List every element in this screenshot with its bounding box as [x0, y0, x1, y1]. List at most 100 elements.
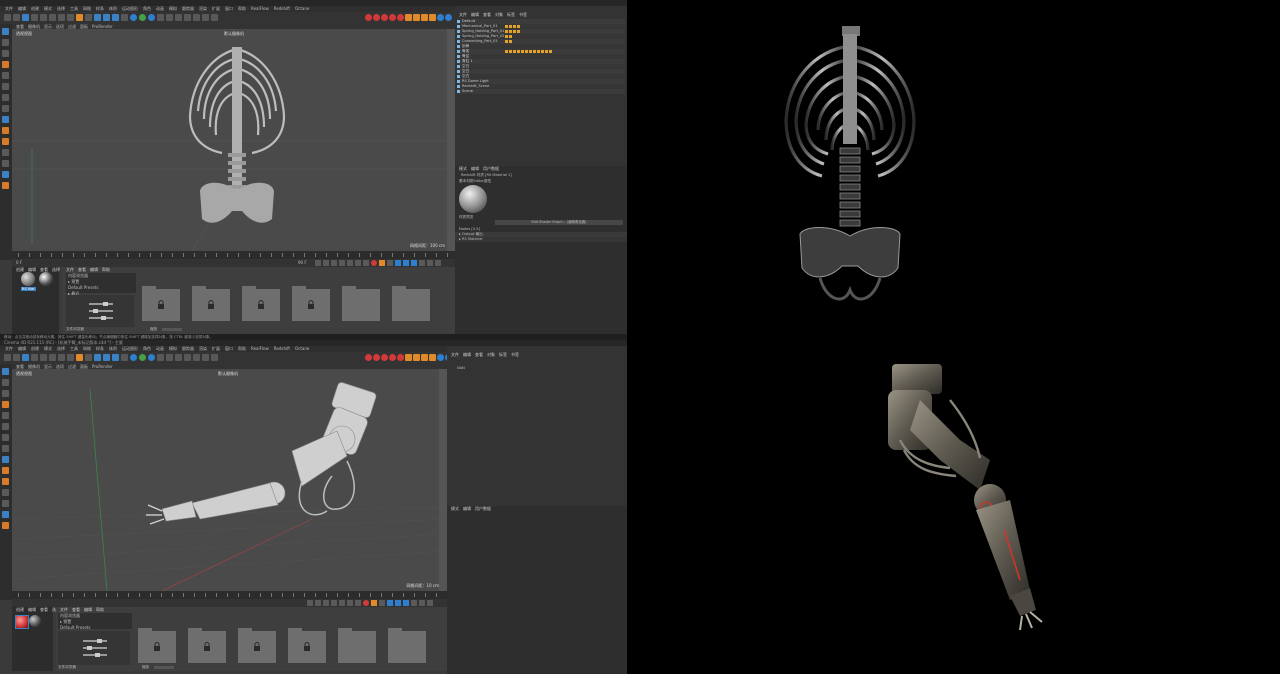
toolbar-button-13[interactable] [121, 14, 128, 21]
toolbar-button-23[interactable] [211, 14, 218, 21]
browser-menu-item-3[interactable]: 帮助 [96, 607, 104, 612]
menu-item-4[interactable]: 选择 [57, 346, 65, 351]
menu-item-1[interactable]: 编辑 [18, 6, 26, 11]
menu-item-18[interactable]: RealFlow [251, 6, 269, 11]
material-tag-icon[interactable] [509, 24, 512, 28]
menu-item-7[interactable]: 样条 [96, 346, 104, 351]
toolbar-button-20[interactable] [184, 14, 191, 21]
material-tag-icon[interactable] [533, 49, 536, 53]
current-frame[interactable]: 0 F [16, 260, 22, 265]
material-swatch-selected[interactable] [39, 272, 53, 286]
material-tag-icon[interactable] [513, 24, 516, 28]
render-toolbar-button-4[interactable] [397, 14, 404, 21]
left-tool-button-14[interactable] [2, 182, 9, 189]
menu-item-8[interactable]: 体积 [109, 346, 117, 351]
browser-menu-item-1[interactable]: 查看 [78, 267, 86, 272]
left-tool-button-3[interactable] [2, 61, 9, 68]
object-manager-tab-5[interactable]: 书签 [511, 352, 519, 357]
material-swatch-dark[interactable] [29, 615, 41, 627]
toolbar-button-19[interactable] [175, 354, 182, 361]
render-toolbar-button-9[interactable] [437, 354, 444, 361]
toolbar-button-19[interactable] [175, 14, 182, 21]
menu-item-5[interactable]: 工具 [70, 346, 78, 351]
toolbar-button-14[interactable] [130, 14, 137, 21]
render-toolbar-button-5[interactable] [405, 14, 412, 21]
render-toolbar-button-9[interactable] [437, 14, 444, 21]
left-tool-button-9[interactable] [2, 127, 9, 134]
menu-item-12[interactable]: 模拟 [169, 6, 177, 11]
playback-button-5[interactable] [355, 260, 361, 266]
material-tag-icon[interactable] [513, 29, 516, 33]
render-toolbar-button-7[interactable] [421, 14, 428, 21]
menu-item-7[interactable]: 样条 [96, 6, 104, 11]
menu-item-13[interactable]: 跟踪器 [182, 346, 194, 351]
object-manager-tab-4[interactable]: 标签 [507, 12, 515, 17]
menu-item-5[interactable]: 工具 [70, 6, 78, 11]
toolbar-button-12[interactable] [112, 14, 119, 21]
toolbar-button-3[interactable] [31, 14, 38, 21]
browser-menu-item-0[interactable]: 文件 [66, 267, 74, 272]
material-tag-icon[interactable] [529, 49, 532, 53]
render-toolbar-button-3[interactable] [389, 14, 396, 21]
playback-button-0[interactable] [307, 600, 313, 606]
left-tool-button-14[interactable] [2, 522, 9, 529]
material-subtab-2[interactable]: Editor [473, 179, 484, 183]
menu-item-6[interactable]: 网格 [83, 6, 91, 11]
material-menu-item-0[interactable]: 创建 [16, 607, 24, 612]
material-tag-icon[interactable] [545, 49, 548, 53]
menu-item-15[interactable]: 扩展 [212, 6, 220, 11]
menu-item-2[interactable]: 创建 [31, 6, 39, 11]
toolbar-button-12[interactable] [112, 354, 119, 361]
material-swatch[interactable] [21, 272, 35, 286]
browser-menu-item-2[interactable]: 编辑 [90, 267, 98, 272]
left-tool-button-13[interactable] [2, 171, 9, 178]
browser-menu-item-3[interactable]: 帮助 [102, 267, 110, 272]
material-tag-icon[interactable] [537, 49, 540, 53]
preset-folder[interactable] [138, 628, 176, 663]
left-tool-button-11[interactable] [2, 489, 9, 496]
menu-item-0[interactable]: 文件 [5, 346, 13, 351]
left-tool-button-7[interactable] [2, 445, 9, 452]
left-tool-button-10[interactable] [2, 478, 9, 485]
left-tool-button-11[interactable] [2, 149, 9, 156]
toolbar-button-2[interactable] [22, 14, 29, 21]
left-tool-button-8[interactable] [2, 456, 9, 463]
render-toolbar-button-6[interactable] [413, 14, 420, 21]
playback-button-13[interactable] [419, 260, 425, 266]
object-row[interactable]: Scene [457, 89, 625, 94]
preset-folder[interactable] [388, 628, 426, 663]
render-toolbar-button-6[interactable] [413, 354, 420, 361]
toolbar-button-10[interactable] [94, 354, 101, 361]
playback-button-9[interactable] [379, 600, 385, 606]
browser-menu-item-2[interactable]: 编辑 [84, 607, 92, 612]
perspective-viewport[interactable]: 透视视图 默认摄像机 网格间距：100 cm [12, 29, 455, 251]
render-toolbar-button-1[interactable] [373, 354, 380, 361]
material-tag-icon[interactable] [525, 49, 528, 53]
material-tag-icon[interactable] [505, 24, 508, 28]
left-tool-button-12[interactable] [2, 500, 9, 507]
material-tag-icon[interactable] [549, 49, 552, 53]
toolbar-button-4[interactable] [40, 354, 47, 361]
playback-button-2[interactable] [323, 600, 329, 606]
preset-folder[interactable] [238, 628, 276, 663]
toolbar-button-5[interactable] [49, 14, 56, 21]
material-menu-item-3[interactable]: 选择 [52, 267, 60, 272]
toolbar-button-6[interactable] [58, 354, 65, 361]
menu-item-2[interactable]: 创建 [31, 346, 39, 351]
material-menu-item-2[interactable]: 查看 [40, 607, 48, 612]
menu-item-10[interactable]: 角色 [143, 346, 151, 351]
menu-item-20[interactable]: Octane [295, 346, 309, 351]
render-toolbar-button-4[interactable] [397, 354, 404, 361]
left-tool-button-8[interactable] [2, 116, 9, 123]
render-toolbar-button-2[interactable] [381, 14, 388, 21]
playback-button-7[interactable] [371, 260, 377, 266]
preset-folder[interactable] [342, 286, 380, 321]
material-tag-icon[interactable] [517, 49, 520, 53]
left-tool-button-4[interactable] [2, 72, 9, 79]
left-tool-button-1[interactable] [2, 379, 9, 386]
playback-button-5[interactable] [347, 600, 353, 606]
playback-button-8[interactable] [379, 260, 385, 266]
toolbar-button-18[interactable] [166, 14, 173, 21]
playback-button-6[interactable] [355, 600, 361, 606]
toolbar-button-15[interactable] [139, 14, 146, 21]
